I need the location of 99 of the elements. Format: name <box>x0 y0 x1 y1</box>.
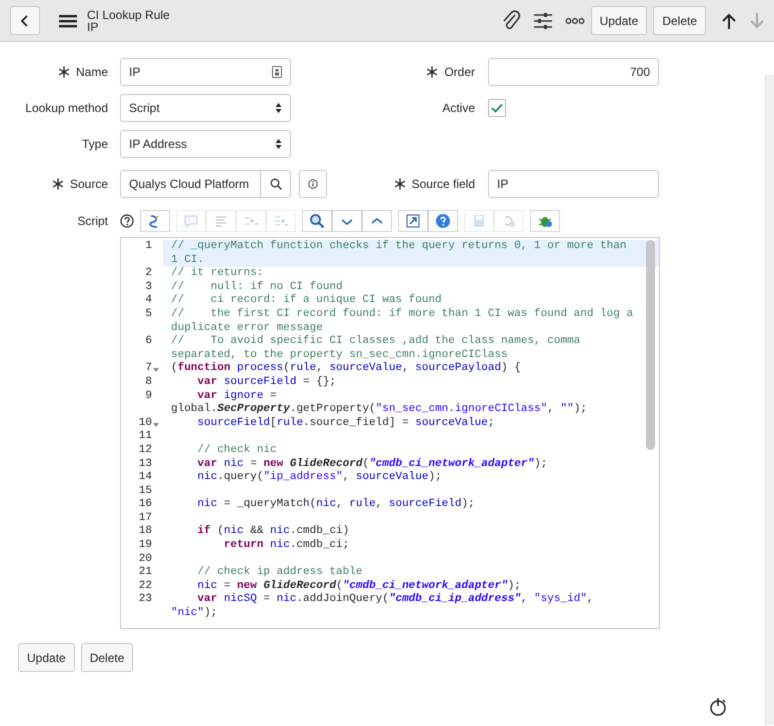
line-number: 20 <box>138 552 152 566</box>
line-number: 11 <box>138 430 152 444</box>
bug-button[interactable] <box>530 210 560 232</box>
delete-button[interactable]: Delete <box>80 643 134 672</box>
search-icon <box>270 178 282 190</box>
field-label: Source <box>70 176 108 193</box>
code-line: return nic.cmdb_ci; <box>222 539 350 553</box>
code-line: if (nic && nic.cmdb_ci) <box>196 525 350 539</box>
more-options-icon[interactable] <box>564 16 585 24</box>
help-icon <box>435 213 451 229</box>
settings-icon[interactable] <box>532 12 553 30</box>
help-button[interactable] <box>428 210 458 232</box>
field-icon <box>272 66 282 78</box>
format-button[interactable] <box>140 210 170 232</box>
code-line: var nic = new GlideRecord("cmdb_ci_network_adapter"); <box>196 458 548 471</box>
comment-icon <box>183 213 199 229</box>
expand-icon <box>405 213 421 229</box>
line-number: 13 <box>138 458 152 472</box>
code-line: nic = _queryMatch(nic, rule, sourceField); <box>196 498 476 512</box>
field-label: Lookup method <box>25 100 108 117</box>
line-number: 6 <box>145 335 152 349</box>
code-line: // ci record: if a unique CI was found <box>170 294 443 308</box>
timer-icon[interactable] <box>710 697 728 717</box>
field-label: Order <box>444 64 475 81</box>
field-label: Name <box>76 64 108 81</box>
input-value: IP <box>129 64 140 81</box>
line-number: 9 <box>145 390 152 404</box>
help-icon[interactable] <box>120 214 134 228</box>
code-line: nic.query("ip_address", sourceValue); <box>196 471 443 485</box>
search-button[interactable] <box>302 210 332 232</box>
back-button[interactable] <box>10 6 40 35</box>
update-button[interactable]: Update <box>18 643 75 672</box>
line-number: 19 <box>138 539 152 553</box>
line-number: 10 <box>138 416 152 430</box>
fold-caret-icon[interactable] <box>153 367 159 374</box>
select-value: IP Address <box>129 136 187 153</box>
update-button[interactable]: Update <box>590 6 648 35</box>
chevron-down-button[interactable] <box>332 210 362 232</box>
scrollbar-thumb[interactable] <box>646 240 655 450</box>
line-number: 12 <box>138 444 152 458</box>
line-number: 22 <box>138 580 152 594</box>
reference-field[interactable]: Qualys Cloud Platform <box>120 170 261 198</box>
code-line: var nicSQ = nic.addJoinQuery("cmdb_ci_ip_address", "sys_id", "nic"); <box>170 593 595 621</box>
up-arrow-icon[interactable] <box>720 12 738 30</box>
menu-icon[interactable] <box>58 12 78 28</box>
select-field[interactable]: Script <box>120 94 291 122</box>
record-name: IP <box>87 20 100 32</box>
attachment-icon[interactable] <box>500 10 521 32</box>
info-button[interactable] <box>299 170 327 198</box>
delete-button[interactable]: Delete <box>653 6 706 35</box>
line-number: 3 <box>145 280 152 294</box>
field-label: Source field <box>412 176 475 193</box>
line-number: 21 <box>138 566 152 580</box>
code-line: var sourceField = {}; <box>196 376 338 390</box>
save-icon <box>471 213 487 229</box>
line-number: 17 <box>138 512 152 526</box>
input-field[interactable]: 700 <box>488 58 659 86</box>
line-number: 5 <box>145 308 152 322</box>
expand-button[interactable] <box>398 210 428 232</box>
field-label: Active <box>442 100 475 117</box>
page-scrollbar[interactable] <box>765 75 774 725</box>
search-icon <box>309 213 325 229</box>
code-line: // To avoid specific CI classes ,add the class names, comma separated, to the property sn_sec_cmn.ignoreCIClass <box>170 335 582 362</box>
line-number: 23 <box>138 593 152 608</box>
field-label: Type <box>82 136 108 153</box>
record-type-title: CI Lookup Rule <box>87 8 170 20</box>
line-number: 7 <box>145 362 152 376</box>
sort-caret-icon <box>275 102 282 114</box>
sort-caret-icon <box>275 138 282 150</box>
input-field[interactable]: IP <box>488 170 659 198</box>
fold-caret-icon[interactable] <box>153 422 159 428</box>
line-number: 15 <box>138 484 152 498</box>
line-number: 16 <box>138 498 152 512</box>
input-field[interactable]: IP <box>120 58 291 86</box>
chevron-up-button[interactable] <box>362 210 392 232</box>
line-number: 1 <box>145 240 152 254</box>
info-icon <box>308 177 318 191</box>
code-editor[interactable] <box>120 237 660 629</box>
field-label: Script <box>77 213 108 230</box>
code-line: // check nic <box>196 444 278 458</box>
line-number: 14 <box>138 471 152 485</box>
select-value: Script <box>129 100 160 117</box>
check-icon <box>491 103 503 113</box>
line-number: 8 <box>145 376 152 390</box>
select-field[interactable]: IP Address <box>120 130 291 158</box>
code-line: // the first CI record found: if more than 1 CI was found and log a duplicate error message <box>170 308 634 335</box>
code-line: // it returns: <box>170 267 264 281</box>
code-line: // check ip address table <box>196 566 364 580</box>
checkbox[interactable] <box>488 99 506 117</box>
line-number: 2 <box>145 267 152 281</box>
code-line: var ignore = global.SecProperty.getProperty("sn_sec_cmn.ignoreCIClass", ""); <box>170 390 588 417</box>
line-number: 4 <box>145 294 152 308</box>
line-number: 18 <box>138 525 152 540</box>
code-line: // null: if no CI found <box>170 280 344 294</box>
lookup-button[interactable] <box>261 170 291 198</box>
code-line: (function process(rule, sourceValue, sourcePayload) { <box>170 362 522 376</box>
code-line: sourceField[rule.source_field] = sourceValue; <box>196 416 496 430</box>
back-icon <box>20 14 30 28</box>
code-line: nic = new GlideRecord("cmdb_ci_network_adapter"); <box>196 580 522 593</box>
